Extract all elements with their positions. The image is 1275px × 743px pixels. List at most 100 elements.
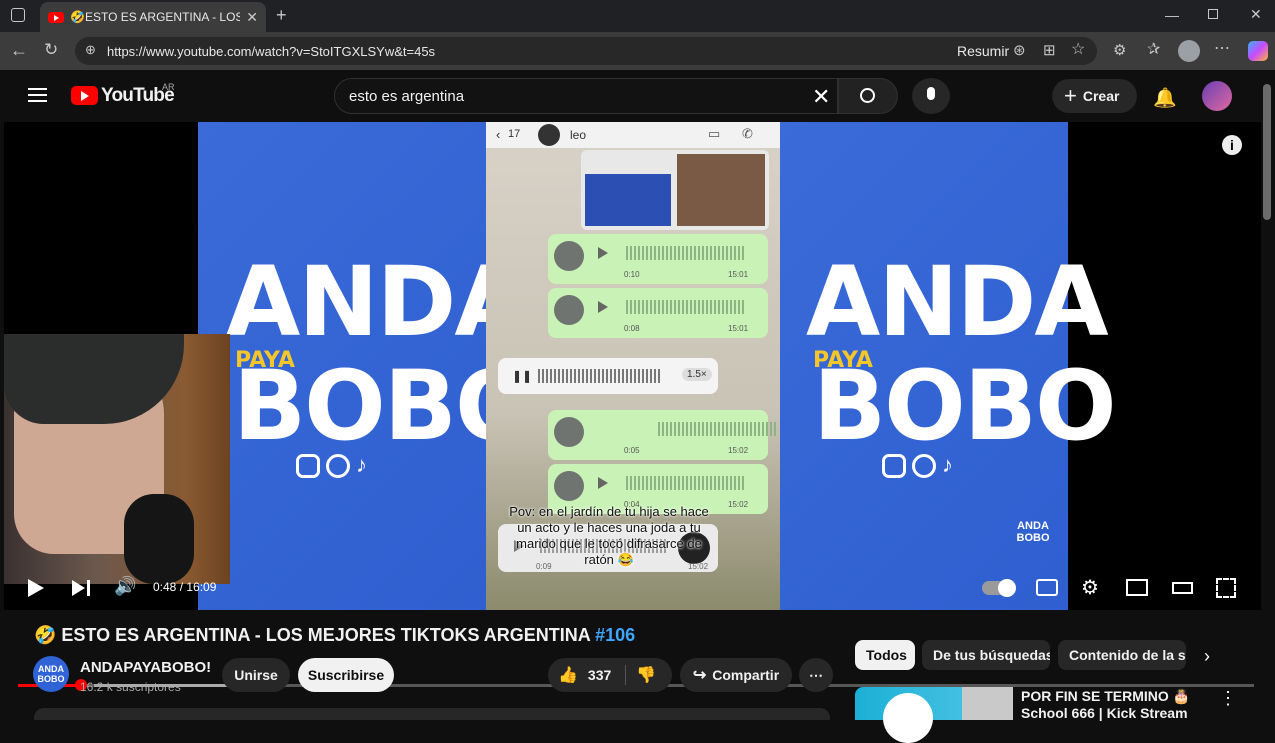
restore-icon[interactable] <box>1208 9 1218 19</box>
dislike-icon[interactable]: 👎 <box>636 665 656 685</box>
like-icon[interactable]: 👍 <box>558 665 578 685</box>
next-video-icon[interactable] <box>72 580 85 596</box>
play-icon <box>598 477 608 489</box>
create-button[interactable]: + Crear <box>1052 79 1137 113</box>
next-video-bar <box>87 580 90 596</box>
theater-mode-icon[interactable] <box>1172 582 1193 594</box>
search-icon <box>860 88 875 103</box>
voice-message: 0:05 15:02 <box>548 410 778 460</box>
shared-image-right <box>677 154 765 226</box>
favorites-icon[interactable]: ✰ <box>1147 42 1160 58</box>
chip-from-searches[interactable]: De tus búsquedas <box>922 640 1050 670</box>
plus-icon: + <box>1064 83 1077 108</box>
waveform <box>626 476 746 490</box>
miniplayer-icon[interactable] <box>1126 579 1148 596</box>
youtube-logo-icon[interactable] <box>71 86 98 105</box>
volume-icon[interactable]: 🔊 <box>114 576 136 597</box>
instagram-icon <box>296 454 320 478</box>
chat-back-icon: ‹ <box>496 127 501 142</box>
notifications-bell-icon[interactable]: 🔔 <box>1153 86 1177 110</box>
left-anda-text: ANDA <box>226 246 529 358</box>
address-bar[interactable]: ⊕ https://www.youtube.com/watch?v=StoITG… <box>75 37 1097 65</box>
browser-tab[interactable]: 🤣ESTO ES ARGENTINA - LOS M ✕ <box>40 2 266 32</box>
tab-actions-icon[interactable] <box>11 8 25 22</box>
info-icon[interactable]: i <box>1222 135 1242 155</box>
summarize-label[interactable]: Resumir <box>957 43 1009 59</box>
channel-avatar[interactable]: ANDA BOBO <box>33 656 69 692</box>
voice-duration: 0:08 <box>624 324 640 333</box>
voice-duration: 0:05 <box>624 446 640 455</box>
microphone-icon <box>927 87 935 100</box>
back-icon[interactable]: ← <box>10 41 28 59</box>
recommended-more-icon[interactable]: ⋮ <box>1219 688 1237 709</box>
read-aloud-icon[interactable]: ⊛ <box>1013 43 1026 58</box>
video-hashtag[interactable]: #106 <box>595 625 635 645</box>
search-button[interactable] <box>838 78 898 114</box>
channel-name[interactable]: ANDAPAYABOBO! <box>80 659 211 676</box>
fullscreen-icon[interactable] <box>1216 578 1236 598</box>
settings-gear-icon[interactable]: ⚙ <box>1081 575 1099 600</box>
recommended-title[interactable]: POR FIN SE TERMINO 🎂 School 666 | Kick S… <box>1021 688 1201 722</box>
close-tab-icon[interactable]: ✕ <box>246 9 258 26</box>
voice-search-button[interactable] <box>912 78 950 114</box>
new-tab-icon[interactable]: + <box>276 6 287 24</box>
shared-image-left <box>585 174 671 226</box>
site-info-icon[interactable]: ⊕ <box>85 43 96 56</box>
create-label: Crear <box>1082 88 1120 104</box>
play-button-icon[interactable] <box>28 579 44 597</box>
voice-avatar <box>554 417 584 447</box>
streamer-webcam <box>4 334 230 584</box>
copilot-icon[interactable] <box>1248 41 1268 61</box>
subscribe-button[interactable]: Suscribirse <box>298 658 394 692</box>
search-input[interactable]: esto es argentina <box>334 78 838 114</box>
hamburger-menu-icon[interactable] <box>28 88 47 102</box>
close-window-icon[interactable]: ✕ <box>1250 7 1262 21</box>
subtitles-icon[interactable] <box>1036 579 1058 596</box>
chip-all[interactable]: Todos <box>855 640 915 670</box>
more-menu-icon[interactable]: ⋯ <box>1214 41 1230 57</box>
thumbnail-graphic <box>883 693 933 743</box>
speed-badge: 1.5× <box>682 368 712 381</box>
playing-voice-message: ❚❚ 1.5× <box>498 358 718 394</box>
voice-time: 15:01 <box>728 324 749 333</box>
voice-time: 15:02 <box>728 500 749 509</box>
time-display: 0:48 / 16:09 <box>153 580 217 594</box>
voice-avatar <box>554 471 584 501</box>
extensions-grid-icon[interactable]: ⊞ <box>1043 43 1056 58</box>
browser-tab-bar: 🤣ESTO ES ARGENTINA - LOS M ✕ + — ✕ <box>0 0 1275 32</box>
share-icon: ↪ <box>692 667 707 684</box>
thumbnail-face <box>962 687 1013 720</box>
chevron-right-icon[interactable]: › <box>1204 646 1210 667</box>
chat-header: ‹ 17 leo ▭ ✆ <box>486 122 780 148</box>
account-avatar[interactable] <box>1202 81 1232 111</box>
voice-message: 0:10 15:01 <box>548 234 768 284</box>
minimize-icon[interactable]: — <box>1165 8 1179 22</box>
video-call-icon: ▭ <box>708 126 721 141</box>
microphone <box>124 494 194 584</box>
extensions-icon[interactable]: ⚙ <box>1113 43 1126 58</box>
like-count[interactable]: 337 <box>588 667 611 683</box>
description-box[interactable] <box>34 708 830 720</box>
chat-contact-avatar <box>538 124 560 146</box>
chip-from-series[interactable]: Contenido de la se <box>1058 640 1186 670</box>
video-player[interactable]: ANDA PAYA BOBO ♪ ANDA PAYA BOBO ♪ ANDA B… <box>4 122 1261 691</box>
clear-search-icon[interactable]: ✕ <box>812 84 830 110</box>
share-label: Compartir <box>712 667 780 683</box>
page-scrollbar[interactable] <box>1263 84 1271 220</box>
reload-icon[interactable]: ↻ <box>44 41 58 58</box>
url-text: https://www.youtube.com/watch?v=StoITGXL… <box>107 43 436 59</box>
more-actions-icon[interactable]: ⋯ <box>799 658 833 692</box>
facebook-icon <box>326 454 350 478</box>
autoplay-toggle[interactable] <box>982 579 1016 597</box>
join-button[interactable]: Unirse <box>222 658 290 692</box>
waveform <box>538 369 662 383</box>
instagram-icon <box>882 454 906 478</box>
right-brand-panel: ANDA PAYA BOBO ♪ ANDA BOBO <box>780 122 1117 610</box>
profile-avatar[interactable] <box>1178 40 1200 62</box>
favorite-star-icon[interactable]: ☆ <box>1071 42 1085 58</box>
share-button[interactable]: ↪ Compartir <box>680 658 792 692</box>
browser-toolbar: ← ↻ ⊕ https://www.youtube.com/watch?v=St… <box>0 32 1275 70</box>
video-caption: Pov: en el jardín de tu hija se hace un … <box>509 504 709 567</box>
waveform <box>626 246 746 260</box>
shared-image-message <box>581 150 769 230</box>
